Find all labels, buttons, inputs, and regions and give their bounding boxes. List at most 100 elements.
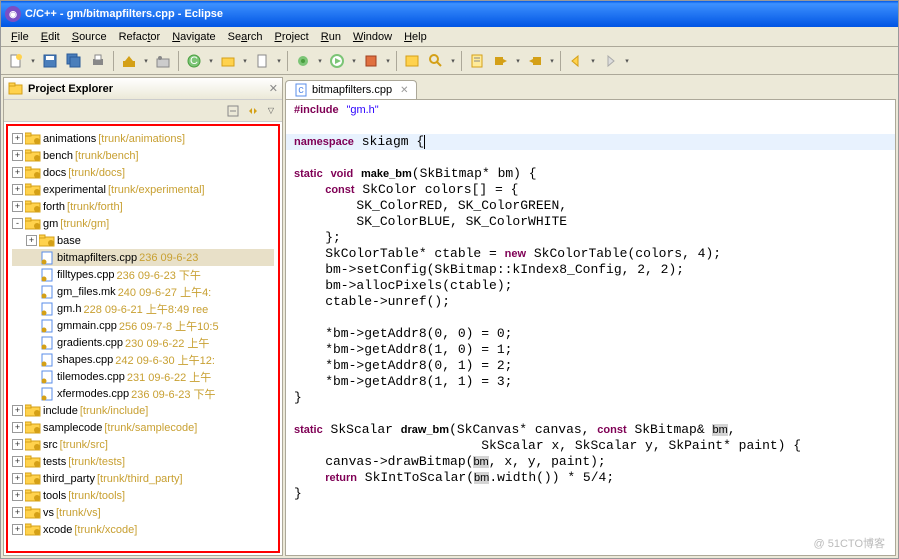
- tree-item[interactable]: +include [trunk/include]: [12, 402, 274, 419]
- tree-label: base: [57, 235, 81, 247]
- code-editor[interactable]: #include "gm.h"namespace skiagm {static …: [285, 99, 896, 556]
- back-dropdown[interactable]: ▾: [589, 50, 597, 72]
- run-button[interactable]: [326, 50, 348, 72]
- new-folder-button[interactable]: [217, 50, 239, 72]
- forward-dropdown[interactable]: ▾: [623, 50, 631, 72]
- tree-item[interactable]: +bench [trunk/bench]: [12, 147, 274, 164]
- external-dropdown[interactable]: ▾: [384, 50, 392, 72]
- menu-navigate[interactable]: Navigate: [166, 29, 221, 45]
- tree-item[interactable]: +third_party [trunk/third_party]: [12, 470, 274, 487]
- debug-dropdown[interactable]: ▾: [316, 50, 324, 72]
- tree-item[interactable]: +experimental [trunk/experimental]: [12, 181, 274, 198]
- code-line: SK_ColorRED, SK_ColorGREEN,: [286, 198, 895, 214]
- debug-button[interactable]: [292, 50, 314, 72]
- tree-item[interactable]: filltypes.cpp 236 09-6-23 下午: [12, 266, 274, 283]
- expand-icon[interactable]: +: [12, 422, 23, 433]
- folder-icon: [25, 183, 41, 197]
- next-annotation-button[interactable]: [490, 50, 512, 72]
- link-editor-button[interactable]: [244, 102, 262, 120]
- tree-item[interactable]: +forth [trunk/forth]: [12, 198, 274, 215]
- tab-close-icon[interactable]: ✕: [400, 85, 408, 96]
- expand-icon[interactable]: +: [26, 235, 37, 246]
- expand-icon[interactable]: +: [12, 490, 23, 501]
- expand-icon[interactable]: +: [12, 524, 23, 535]
- expand-icon[interactable]: +: [12, 405, 23, 416]
- build-dropdown[interactable]: ▾: [142, 50, 150, 72]
- tree-item[interactable]: gradients.cpp 230 09-6-22 上午: [12, 334, 274, 351]
- view-menu-button[interactable]: ▽: [264, 102, 278, 120]
- new-file-dropdown[interactable]: ▾: [275, 50, 283, 72]
- tree-item[interactable]: + base: [12, 232, 274, 249]
- new-dropdown[interactable]: ▾: [29, 50, 37, 72]
- expand-icon[interactable]: +: [12, 201, 23, 212]
- tree-label: gm_files.mk: [57, 286, 116, 298]
- tree-item[interactable]: tilemodes.cpp 231 09-6-22 上午: [12, 368, 274, 385]
- build-all-button[interactable]: [152, 50, 174, 72]
- back-button[interactable]: [565, 50, 587, 72]
- expand-icon[interactable]: +: [12, 167, 23, 178]
- code-line: SkScalar x, SkScalar y, SkPaint* paint) …: [286, 438, 895, 454]
- menu-help[interactable]: Help: [398, 29, 433, 45]
- save-all-button[interactable]: [63, 50, 85, 72]
- tree-item[interactable]: shapes.cpp 242 09-6-30 上午12:: [12, 351, 274, 368]
- tree-item[interactable]: +docs [trunk/docs]: [12, 164, 274, 181]
- menu-file[interactable]: File: [5, 29, 35, 45]
- expand-icon[interactable]: +: [12, 456, 23, 467]
- prev-ann-dropdown[interactable]: ▾: [548, 50, 556, 72]
- tree-meta: [trunk/tests]: [68, 456, 125, 468]
- new-cpp-dropdown[interactable]: ▾: [207, 50, 215, 72]
- tree-label: tools: [43, 490, 66, 502]
- menu-window[interactable]: Window: [347, 29, 398, 45]
- tree-item[interactable]: gm_files.mk 240 09-6-27 上午4:: [12, 283, 274, 300]
- tree-item[interactable]: +tests [trunk/tests]: [12, 453, 274, 470]
- window-titlebar: ◉ C/C++ - gm/bitmapfilters.cpp - Eclipse: [1, 1, 898, 27]
- external-tools-button[interactable]: [360, 50, 382, 72]
- menu-search[interactable]: Search: [222, 29, 269, 45]
- menu-source[interactable]: Source: [66, 29, 113, 45]
- next-ann-dropdown[interactable]: ▾: [514, 50, 522, 72]
- svg-text:c: c: [298, 84, 304, 96]
- expand-icon[interactable]: +: [12, 150, 23, 161]
- code-line: bm->setConfig(SkBitmap::kIndex8_Config, …: [286, 262, 895, 278]
- menu-run[interactable]: Run: [315, 29, 347, 45]
- view-close-icon[interactable]: ✕: [269, 82, 278, 95]
- expand-icon[interactable]: +: [12, 473, 23, 484]
- tree-item[interactable]: +animations [trunk/animations]: [12, 130, 274, 147]
- tree-item[interactable]: bitmapfilters.cpp 236 09-6-23: [12, 249, 274, 266]
- expand-icon[interactable]: +: [12, 507, 23, 518]
- menu-project[interactable]: Project: [269, 29, 315, 45]
- tree-item[interactable]: gmmain.cpp 256 09-7-8 上午10:5: [12, 317, 274, 334]
- prev-annotation-button[interactable]: [524, 50, 546, 72]
- expand-icon[interactable]: +: [12, 439, 23, 450]
- new-cpp-class-button[interactable]: C: [183, 50, 205, 72]
- project-tree[interactable]: +animations [trunk/animations]+bench [tr…: [6, 124, 280, 553]
- tree-item[interactable]: +vs [trunk/vs]: [12, 504, 274, 521]
- expand-icon[interactable]: -: [12, 218, 23, 229]
- collapse-all-button[interactable]: [224, 102, 242, 120]
- editor-tab[interactable]: c bitmapfilters.cpp ✕: [285, 80, 417, 99]
- print-button[interactable]: [87, 50, 109, 72]
- tree-item[interactable]: -gm [trunk/gm]: [12, 215, 274, 232]
- expand-icon[interactable]: +: [12, 133, 23, 144]
- toggle-mark-button[interactable]: [466, 50, 488, 72]
- menu-refactor[interactable]: Refactor: [113, 29, 167, 45]
- new-folder-dropdown[interactable]: ▾: [241, 50, 249, 72]
- tree-item[interactable]: xfermodes.cpp 236 09-6-23 下午: [12, 385, 274, 402]
- run-dropdown[interactable]: ▾: [350, 50, 358, 72]
- tree-item[interactable]: +xcode [trunk/xcode]: [12, 521, 274, 538]
- tree-item[interactable]: +tools [trunk/tools]: [12, 487, 274, 504]
- search-dropdown[interactable]: ▾: [449, 50, 457, 72]
- expand-icon[interactable]: +: [12, 184, 23, 195]
- new-button[interactable]: [5, 50, 27, 72]
- new-file-button[interactable]: [251, 50, 273, 72]
- build-button[interactable]: [118, 50, 140, 72]
- open-type-button[interactable]: [401, 50, 423, 72]
- search-button[interactable]: [425, 50, 447, 72]
- tree-item[interactable]: gm.h 228 09-6-21 上午8:49 ree: [12, 300, 274, 317]
- save-button[interactable]: [39, 50, 61, 72]
- forward-button[interactable]: [599, 50, 621, 72]
- menu-edit[interactable]: Edit: [35, 29, 66, 45]
- tree-item[interactable]: +samplecode [trunk/samplecode]: [12, 419, 274, 436]
- tree-item[interactable]: +src [trunk/src]: [12, 436, 274, 453]
- code-line: *bm->getAddr8(0, 0) = 0;: [286, 326, 895, 342]
